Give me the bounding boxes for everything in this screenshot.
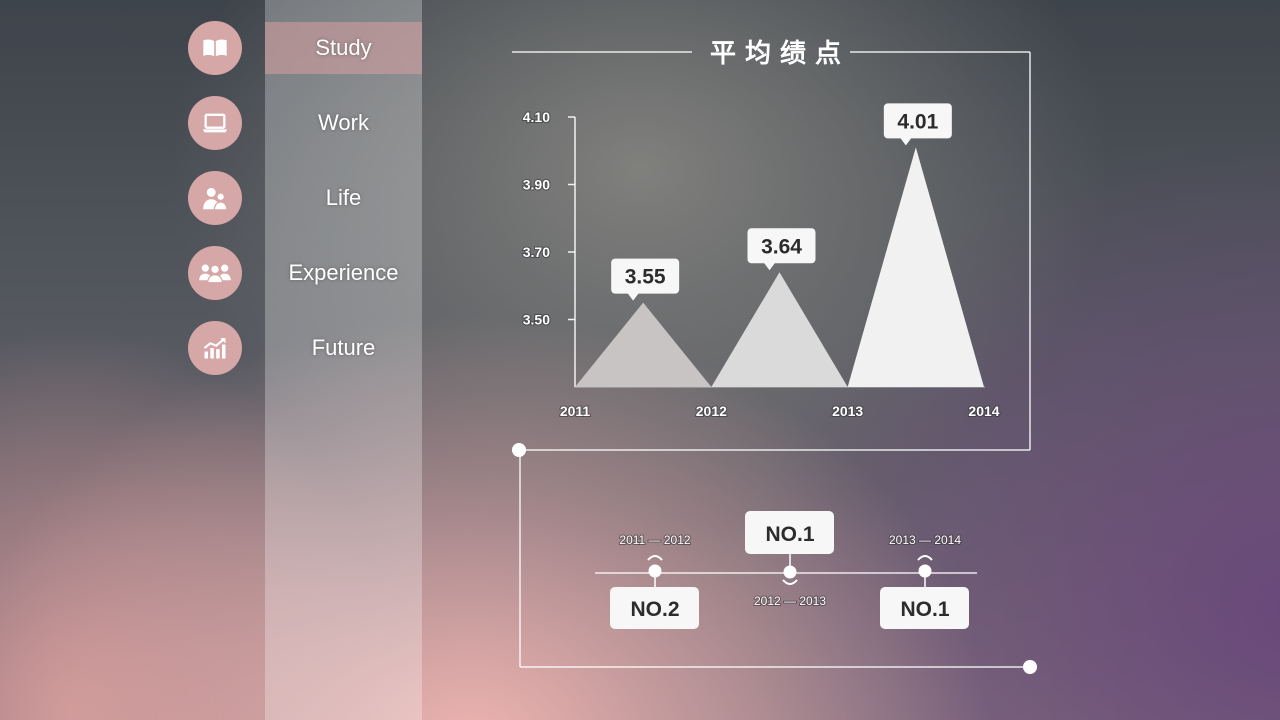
- timeline-item: 2013 — 2014 NO.1: [880, 532, 969, 629]
- nav-item-label: Experience: [288, 260, 399, 285]
- nav-icon-experience[interactable]: [188, 246, 242, 300]
- nav-item-future[interactable]: Future: [265, 322, 422, 374]
- chart-title: 平均绩点: [710, 38, 850, 69]
- nav-icon-work[interactable]: [188, 96, 242, 150]
- timeline-arc: [647, 555, 663, 561]
- nav-item-experience[interactable]: Experience: [265, 247, 422, 299]
- x-tick-label: 2012: [696, 403, 727, 419]
- nav-item-label: Life: [325, 185, 362, 210]
- connector-dot-start: [512, 443, 526, 457]
- rank-label: NO.1: [900, 598, 949, 621]
- timeline-dot: [918, 564, 932, 578]
- triangle-bar: [847, 147, 984, 387]
- chart-frame: [512, 51, 1031, 668]
- data-label: 3.64: [761, 235, 802, 258]
- nav-icon-life[interactable]: [188, 171, 242, 225]
- timeline-item: NO.1 2012 — 2013: [745, 511, 834, 609]
- y-tick-label: 3.70: [523, 244, 550, 260]
- timeline-period-label: 2012 — 2013: [754, 594, 826, 608]
- nav-item-label: Work: [318, 110, 369, 135]
- nav-item-label: Study: [315, 35, 372, 60]
- ranking-timeline: 2011 — 2012 NO.2 NO.1 2012 — 2013 2013 —…: [595, 511, 977, 629]
- rank-label: NO.2: [630, 598, 679, 621]
- timeline-dot: [648, 564, 662, 578]
- laptop-icon: [201, 109, 229, 137]
- triangle-bar: [575, 302, 712, 387]
- nav-item-life[interactable]: Life: [265, 172, 422, 224]
- y-tick-label: 3.50: [523, 312, 550, 328]
- data-label: 3.55: [625, 266, 666, 289]
- group-icon: [198, 258, 232, 288]
- nav-item-work[interactable]: Work: [265, 97, 422, 149]
- triangle-bar: [711, 272, 848, 387]
- timeline-period-label: 2013 — 2014: [889, 533, 961, 547]
- connector-dot-end: [1023, 660, 1037, 674]
- sidebar-nav: Study Work Life Experience Future: [265, 0, 422, 720]
- rank-badge: [745, 511, 834, 554]
- data-callout: [747, 228, 816, 264]
- nav-item-study[interactable]: Study: [265, 22, 422, 74]
- data-callout-pointer: [899, 137, 912, 146]
- data-callout: [611, 258, 680, 294]
- slide-canvas: 平均绩点 4.10 3.90 3.70 3.50 2011 2012 2013 2014 3.5…: [0, 0, 1280, 720]
- growth-chart-icon: [201, 334, 229, 362]
- rank-badge: [610, 587, 699, 629]
- rank-badge: [880, 587, 969, 629]
- timeline-item: 2011 — 2012 NO.2: [610, 532, 699, 629]
- rank-label: NO.1: [765, 523, 814, 546]
- y-tick-label: 3.90: [523, 177, 550, 193]
- y-tick-label: 4.10: [523, 109, 550, 125]
- nav-icon-study[interactable]: [188, 21, 242, 75]
- timeline-arc: [917, 555, 933, 561]
- nav-icon-future[interactable]: [188, 321, 242, 375]
- x-tick-label: 2011: [560, 403, 591, 419]
- x-tick-label: 2013: [832, 403, 863, 419]
- nav-item-label: Future: [311, 335, 376, 360]
- data-label: 4.01: [897, 110, 938, 133]
- data-callout-pointer: [627, 292, 640, 301]
- timeline-arc: [782, 579, 798, 585]
- timeline-dot: [783, 565, 797, 579]
- users-icon: [200, 183, 230, 213]
- x-tick-label: 2014: [968, 403, 999, 419]
- timeline-period-label: 2011 — 2012: [619, 533, 690, 547]
- gpa-chart: 4.10 3.90 3.70 3.50 2011 2012 2013 2014 3.55 3.64…: [522, 103, 1001, 420]
- book-icon: [201, 34, 229, 62]
- data-callout-pointer: [763, 262, 776, 271]
- data-callout: [883, 103, 952, 139]
